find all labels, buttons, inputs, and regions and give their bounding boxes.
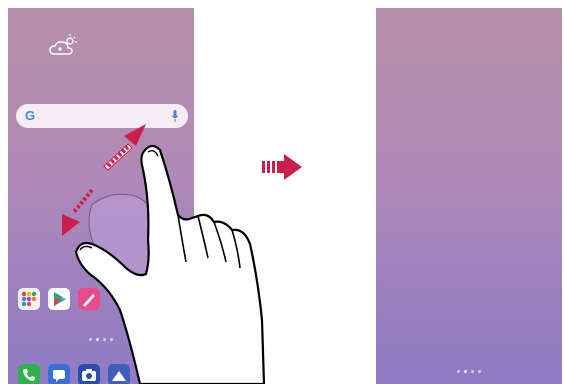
pen-app-icon[interactable] (78, 288, 100, 310)
page-indicator (376, 360, 562, 378)
google-logo: G (25, 108, 36, 123)
page-dot (103, 338, 106, 341)
page-indicator (8, 328, 194, 346)
page-dot (89, 338, 92, 341)
google-search-bar[interactable]: G (16, 104, 188, 128)
result-home-screen[interactable] (376, 8, 562, 384)
partly-cloudy-icon[interactable] (48, 34, 78, 60)
page-dot (110, 338, 113, 341)
page-dot (471, 370, 474, 373)
gallery-icon[interactable] (108, 364, 130, 384)
page-dot (464, 370, 467, 373)
page-dot (96, 338, 99, 341)
apps-folder-icon[interactable] (18, 288, 40, 310)
mic-icon[interactable] (172, 110, 178, 122)
chrome-icon[interactable] (138, 364, 160, 384)
messages-icon[interactable] (48, 364, 70, 384)
transition-arrow-icon (262, 154, 302, 180)
camera-icon[interactable] (78, 364, 100, 384)
page-dot (457, 370, 460, 373)
play-store-icon[interactable] (48, 288, 70, 310)
phone-icon[interactable] (18, 364, 40, 384)
page-dot (478, 370, 481, 373)
home-screen[interactable]: G (8, 8, 194, 384)
